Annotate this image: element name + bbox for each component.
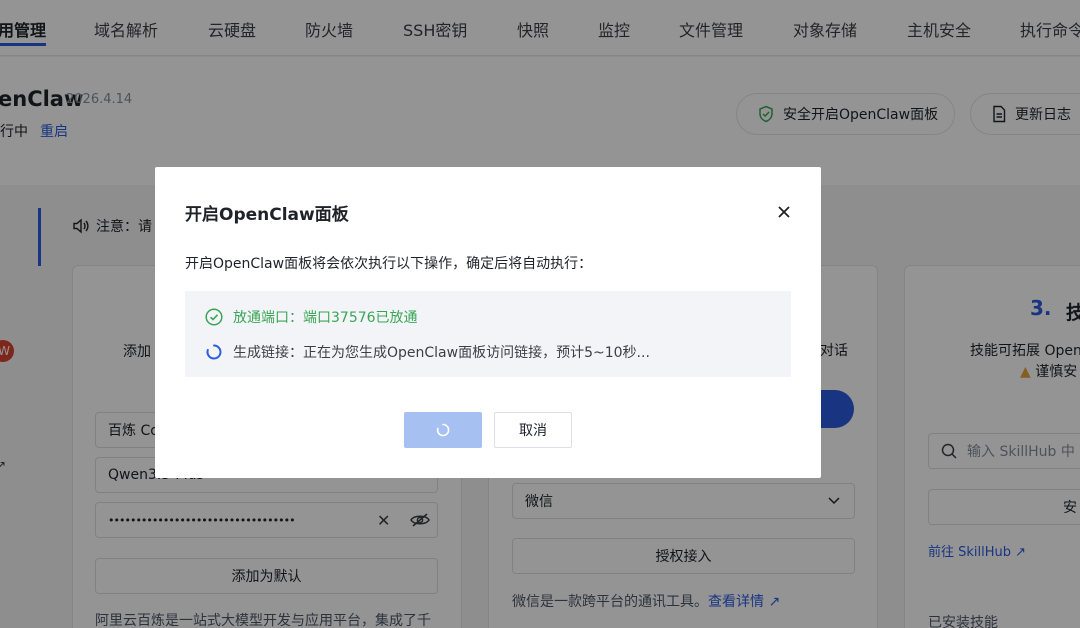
loading-spinner-icon (436, 423, 450, 437)
confirm-button[interactable] (404, 412, 482, 448)
loading-spinner-icon (206, 344, 222, 360)
step-generate-link-label: 生成链接：正在为您生成OpenClaw面板访问链接，预计5~10秒... (233, 345, 650, 361)
cancel-button[interactable]: 取消 (494, 412, 572, 448)
close-icon[interactable] (775, 203, 793, 221)
step-generate-link: 生成链接：正在为您生成OpenClaw面板访问链接，预计5~10秒... (205, 342, 650, 362)
dialog-title: 开启OpenClaw面板 (185, 205, 349, 225)
open-panel-dialog: 开启OpenClaw面板 开启OpenClaw面板将会依次执行以下操作，确定后将… (155, 167, 821, 478)
step-open-port-label: 放通端口：端口37576已放通 (233, 310, 418, 326)
dialog-description: 开启OpenClaw面板将会依次执行以下操作，确定后将自动执行： (185, 256, 593, 272)
step-open-port: 放通端口：端口37576已放通 (205, 307, 418, 327)
check-circle-icon (205, 308, 223, 326)
step-list: 放通端口：端口37576已放通 生成链接：正在为您生成OpenClaw面板访问链… (185, 291, 791, 377)
